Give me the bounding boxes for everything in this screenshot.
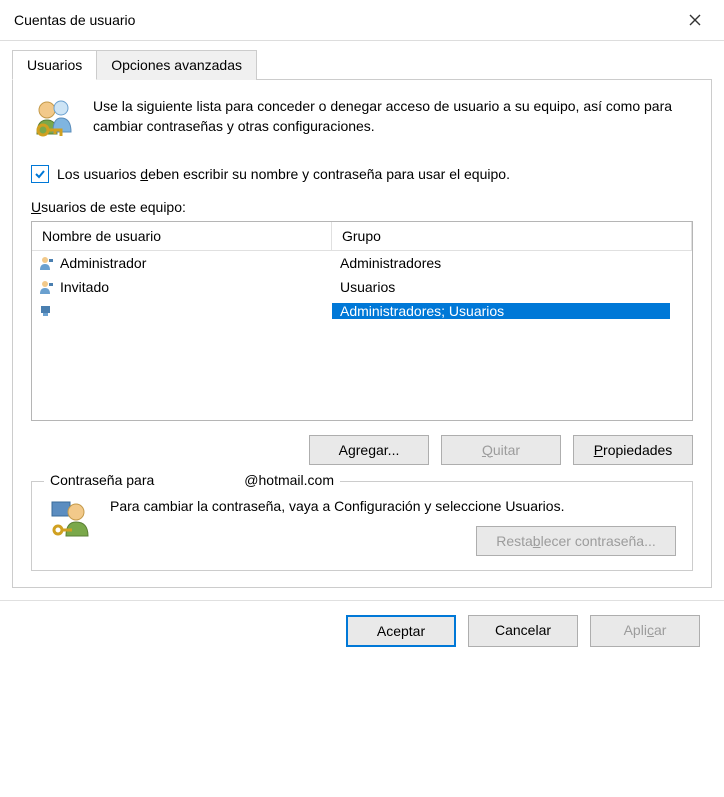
row-group: Administradores	[332, 255, 692, 271]
close-icon	[689, 14, 701, 26]
tab-strip: Usuarios Opciones avanzadas	[12, 49, 712, 79]
tab-advanced-label: Opciones avanzadas	[111, 57, 242, 73]
password-instruction: Para cambiar la contraseña, vaya a Confi…	[110, 496, 676, 516]
cancel-button[interactable]: Cancelar	[468, 615, 578, 647]
window-title: Cuentas de usuario	[14, 12, 135, 28]
user-key-icon	[48, 496, 96, 547]
tab-users[interactable]: Usuarios	[12, 50, 97, 80]
apply-button: Aplicar	[590, 615, 700, 647]
listview-header: Nombre de usuario Grupo	[32, 222, 692, 251]
close-button[interactable]	[680, 8, 710, 32]
reset-password-button: Restablecer contraseña...	[476, 526, 676, 556]
user-icon	[38, 255, 56, 271]
remove-button: Quitar	[441, 435, 561, 465]
password-legend-email: @hotmail.com	[244, 472, 334, 488]
password-legend-prefix: Contraseña para	[50, 472, 154, 488]
ok-button[interactable]: Aceptar	[346, 615, 456, 647]
users-list-label: Usuarios de este equipo:	[31, 199, 693, 215]
row-username: Administrador	[60, 255, 146, 271]
intro-text: Use la siguiente lista para conceder o d…	[93, 96, 693, 137]
require-password-checkbox[interactable]	[31, 165, 49, 183]
column-username[interactable]: Nombre de usuario	[32, 222, 332, 250]
require-password-label: Los usuarios deben escribir su nombre y …	[57, 165, 510, 185]
row-group: Administradores; Usuarios	[332, 303, 670, 319]
row-group: Usuarios	[332, 279, 692, 295]
checkmark-icon	[34, 168, 46, 180]
row-username: Invitado	[60, 279, 109, 295]
list-row[interactable]: Invitado Usuarios	[32, 275, 692, 299]
add-button[interactable]: Agregar...	[309, 435, 429, 465]
user-icon	[38, 279, 56, 295]
password-groupbox: Contraseña para @hotmail.com Para cambia…	[31, 481, 693, 571]
tab-panel: Use la siguiente lista para conceder o d…	[12, 79, 712, 588]
users-key-icon	[31, 96, 79, 147]
dialog-footer: Aceptar Cancelar Aplicar	[0, 600, 724, 661]
list-row[interactable]: Administrador Administradores	[32, 251, 692, 275]
users-listview[interactable]: Nombre de usuario Grupo Administrador Ad…	[31, 221, 693, 421]
properties-button[interactable]: Propiedades	[573, 435, 693, 465]
list-row[interactable]: Administradores; Usuarios	[32, 299, 692, 323]
tab-users-label: Usuarios	[27, 57, 82, 73]
tab-advanced[interactable]: Opciones avanzadas	[96, 50, 257, 80]
user-icon	[38, 303, 56, 319]
column-group[interactable]: Grupo	[332, 222, 692, 250]
